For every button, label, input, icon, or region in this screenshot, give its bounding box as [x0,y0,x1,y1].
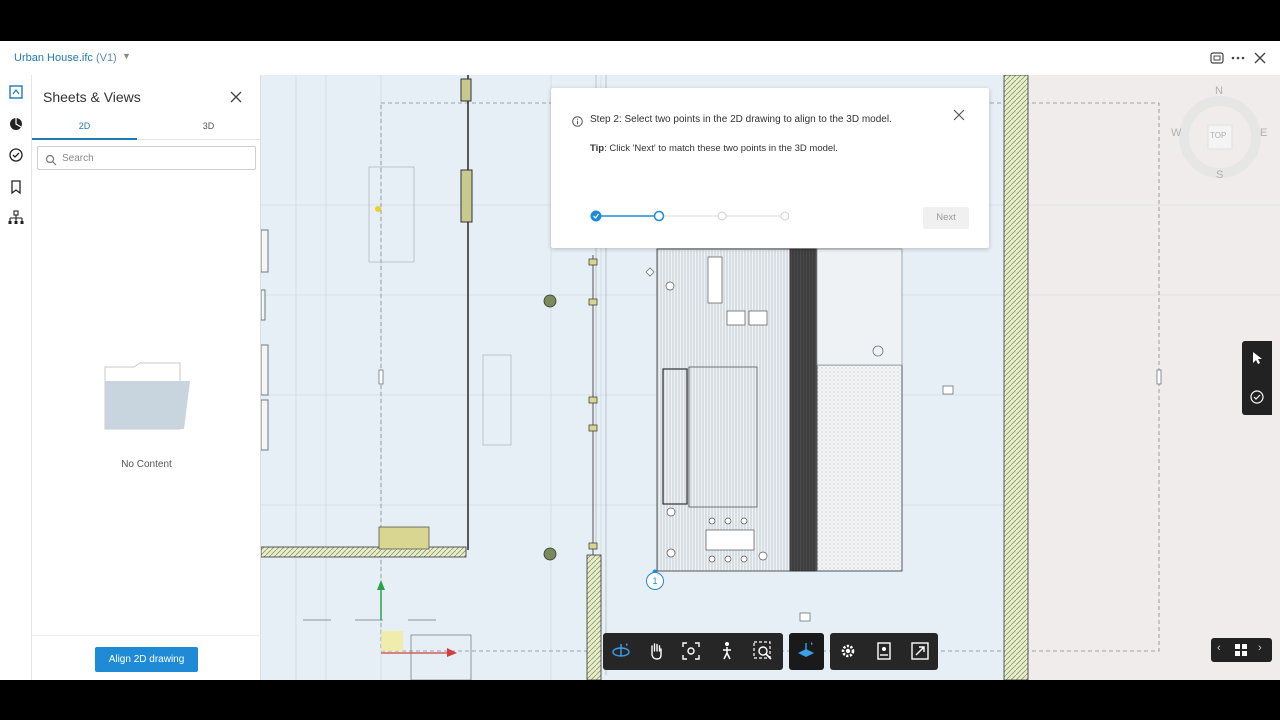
fit-icon[interactable] [680,640,702,662]
step-progress [590,210,789,222]
toolbar-section-group [789,633,824,670]
search-box [37,146,256,170]
window-icon[interactable] [1209,50,1225,66]
close-icon[interactable] [1252,50,1268,66]
right-tool-strip [1242,341,1272,415]
panel-title: Sheets & Views [43,89,141,105]
active-tab-indicator [32,138,137,140]
sheets-icon[interactable] [7,83,25,101]
checkmark-icon[interactable] [1249,389,1265,410]
section-icon[interactable] [795,640,817,662]
empty-state-text: No Content [121,459,172,470]
fullscreen-icon[interactable] [909,640,931,662]
top-header: Urban House.ifc (V1) ▼ [0,41,1280,75]
sheet-navigator: ‹ › [1211,638,1272,662]
tab-3d[interactable]: 3D [156,121,261,131]
alignment-step-dialog: Step 2: Select two points in the 2D draw… [551,88,989,248]
alignment-point-marker[interactable]: 1 [646,572,664,590]
compass-n: N [1215,85,1223,97]
tip-text: Tip: Click 'Next' to match these two poi… [590,143,838,154]
sheets-views-panel: Sheets & Views 2D 3D No Content Align 2D… [32,75,261,680]
next-button[interactable]: Next [923,207,969,229]
dialog-close-icon[interactable] [952,108,966,122]
empty-folder-icon [104,361,192,431]
compass-e: E [1260,127,1268,139]
bookmark-icon[interactable] [7,178,25,196]
app-window: Urban House.ifc (V1) ▼ Sheets & Views 2D… [0,41,1280,680]
cursor-icon[interactable] [1249,350,1265,371]
tip-label: Tip [590,143,605,154]
compass-top: TOP [1210,131,1227,140]
step-instruction: Step 2: Select two points in the 2D draw… [590,114,892,125]
panel-footer-divider [32,635,261,636]
left-rail [0,75,32,680]
compass-s: S [1216,169,1224,181]
align-2d-drawing-button[interactable]: Align 2D drawing [95,647,198,672]
view-cube-compass[interactable]: N S E W TOP [1171,85,1268,185]
tip-body: : Click 'Next' to match these two points… [604,143,838,154]
file-name: Urban House.ifc [14,52,93,64]
panel-close-icon[interactable] [228,89,244,105]
zoom-region-icon[interactable] [752,640,774,662]
toolbar-navigation-group [603,633,783,670]
grid-icon[interactable] [1233,642,1249,663]
walk-icon[interactable] [716,640,738,662]
issues-icon[interactable] [7,146,25,164]
chevron-right-icon[interactable]: › [1258,642,1262,654]
pan-icon[interactable] [645,640,667,662]
more-icon[interactable] [1230,50,1246,66]
file-version: (V1) [95,52,117,64]
file-title[interactable]: Urban House.ifc (V1) [14,52,117,64]
toolbar-settings-group [830,633,938,670]
orbit-icon[interactable] [610,640,632,662]
hierarchy-icon[interactable] [7,209,25,227]
compass-w: W [1171,127,1182,139]
properties-icon[interactable] [873,640,895,662]
tab-2d[interactable]: 2D [32,121,137,131]
settings-icon[interactable] [837,640,859,662]
chevron-left-icon[interactable]: ‹ [1217,642,1221,654]
chevron-down-icon[interactable]: ▼ [122,51,131,61]
search-input[interactable] [62,151,247,165]
model-icon[interactable] [7,115,25,133]
viewer-toolbar [603,633,938,670]
info-icon [572,114,583,127]
search-icon [45,153,57,166]
